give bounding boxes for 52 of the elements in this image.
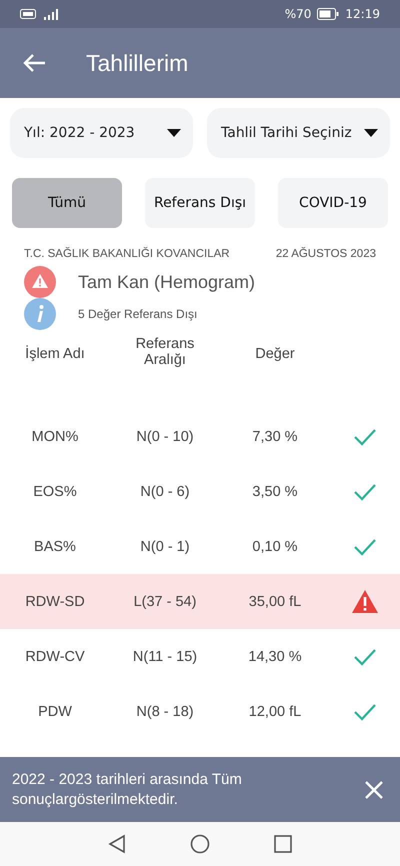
battery-icon xyxy=(317,8,340,20)
check-icon xyxy=(353,426,377,446)
result-value: 12,00 fL xyxy=(248,704,302,720)
reference-range: N(0 - 10) xyxy=(135,428,195,444)
filter-tab[interactable]: Tümü xyxy=(12,178,122,228)
warning-icon xyxy=(24,266,56,298)
warning-icon xyxy=(351,589,379,614)
check-icon xyxy=(353,482,377,502)
result-date: 22 AĞUSTOS 2023 xyxy=(276,248,376,260)
column-header: Değer xyxy=(254,345,296,362)
reference-range: L(37 - 54) xyxy=(132,594,198,610)
filter-tab[interactable]: Referans Dışı xyxy=(145,178,255,228)
column-header: İşlem Adı xyxy=(24,344,86,362)
filter-tab[interactable]: COVID-19 xyxy=(278,178,388,228)
page-title: Tahlillerim xyxy=(86,50,188,76)
snackbar-message: 2022 - 2023 tarihleri arasında Tüm sonuçlargösterilmektedir. xyxy=(12,770,243,809)
test-name: Tam Kan (Hemogram) xyxy=(78,272,256,292)
institution-name: T.C. SAĞLIK BAKANLIĞI KOVANCILAR xyxy=(24,248,230,260)
result-value: 3,50 % xyxy=(251,484,299,500)
recents-icon[interactable] xyxy=(274,835,292,853)
volte-icon xyxy=(20,9,36,19)
close-icon[interactable] xyxy=(364,780,384,800)
caret-icon xyxy=(167,129,181,137)
home-icon[interactable] xyxy=(190,834,210,854)
test-code: BAS% xyxy=(33,538,77,554)
test-code: MON% xyxy=(30,428,80,444)
reference-range: N(8 - 18) xyxy=(135,704,195,720)
caret-icon xyxy=(364,129,378,137)
test-code: PDW xyxy=(37,704,73,720)
dropdown[interactable]: Tahlil Tarihi Seçiniz xyxy=(207,108,390,158)
column-header: Referans Aralığı xyxy=(134,335,196,368)
check-icon xyxy=(353,646,377,666)
check-icon xyxy=(353,702,377,722)
info-icon xyxy=(24,298,56,330)
signal-icon xyxy=(42,8,60,20)
reference-range: N(0 - 1) xyxy=(139,538,191,554)
out-of-range-summary: 5 Değer Referans Dışı xyxy=(78,307,198,321)
result-value: 7,30 % xyxy=(251,428,299,444)
result-value: 14,30 % xyxy=(247,648,303,664)
test-code: EOS% xyxy=(32,484,78,500)
battery-percent: %70 xyxy=(284,7,312,21)
reference-range: N(11 - 15) xyxy=(132,648,198,664)
back-arrow-icon[interactable] xyxy=(22,53,46,73)
result-value: 35,00 fL xyxy=(248,594,302,610)
result-value: 0,10 % xyxy=(251,538,299,554)
test-code: RDW-SD xyxy=(24,594,86,610)
check-icon xyxy=(353,536,377,556)
back-icon[interactable] xyxy=(108,834,126,854)
clock: 12:19 xyxy=(345,7,380,21)
test-code: RDW-CV xyxy=(24,648,86,664)
dropdown[interactable]: Yıl: 2022 - 2023 xyxy=(10,108,193,158)
reference-range: N(0 - 6) xyxy=(139,484,191,500)
